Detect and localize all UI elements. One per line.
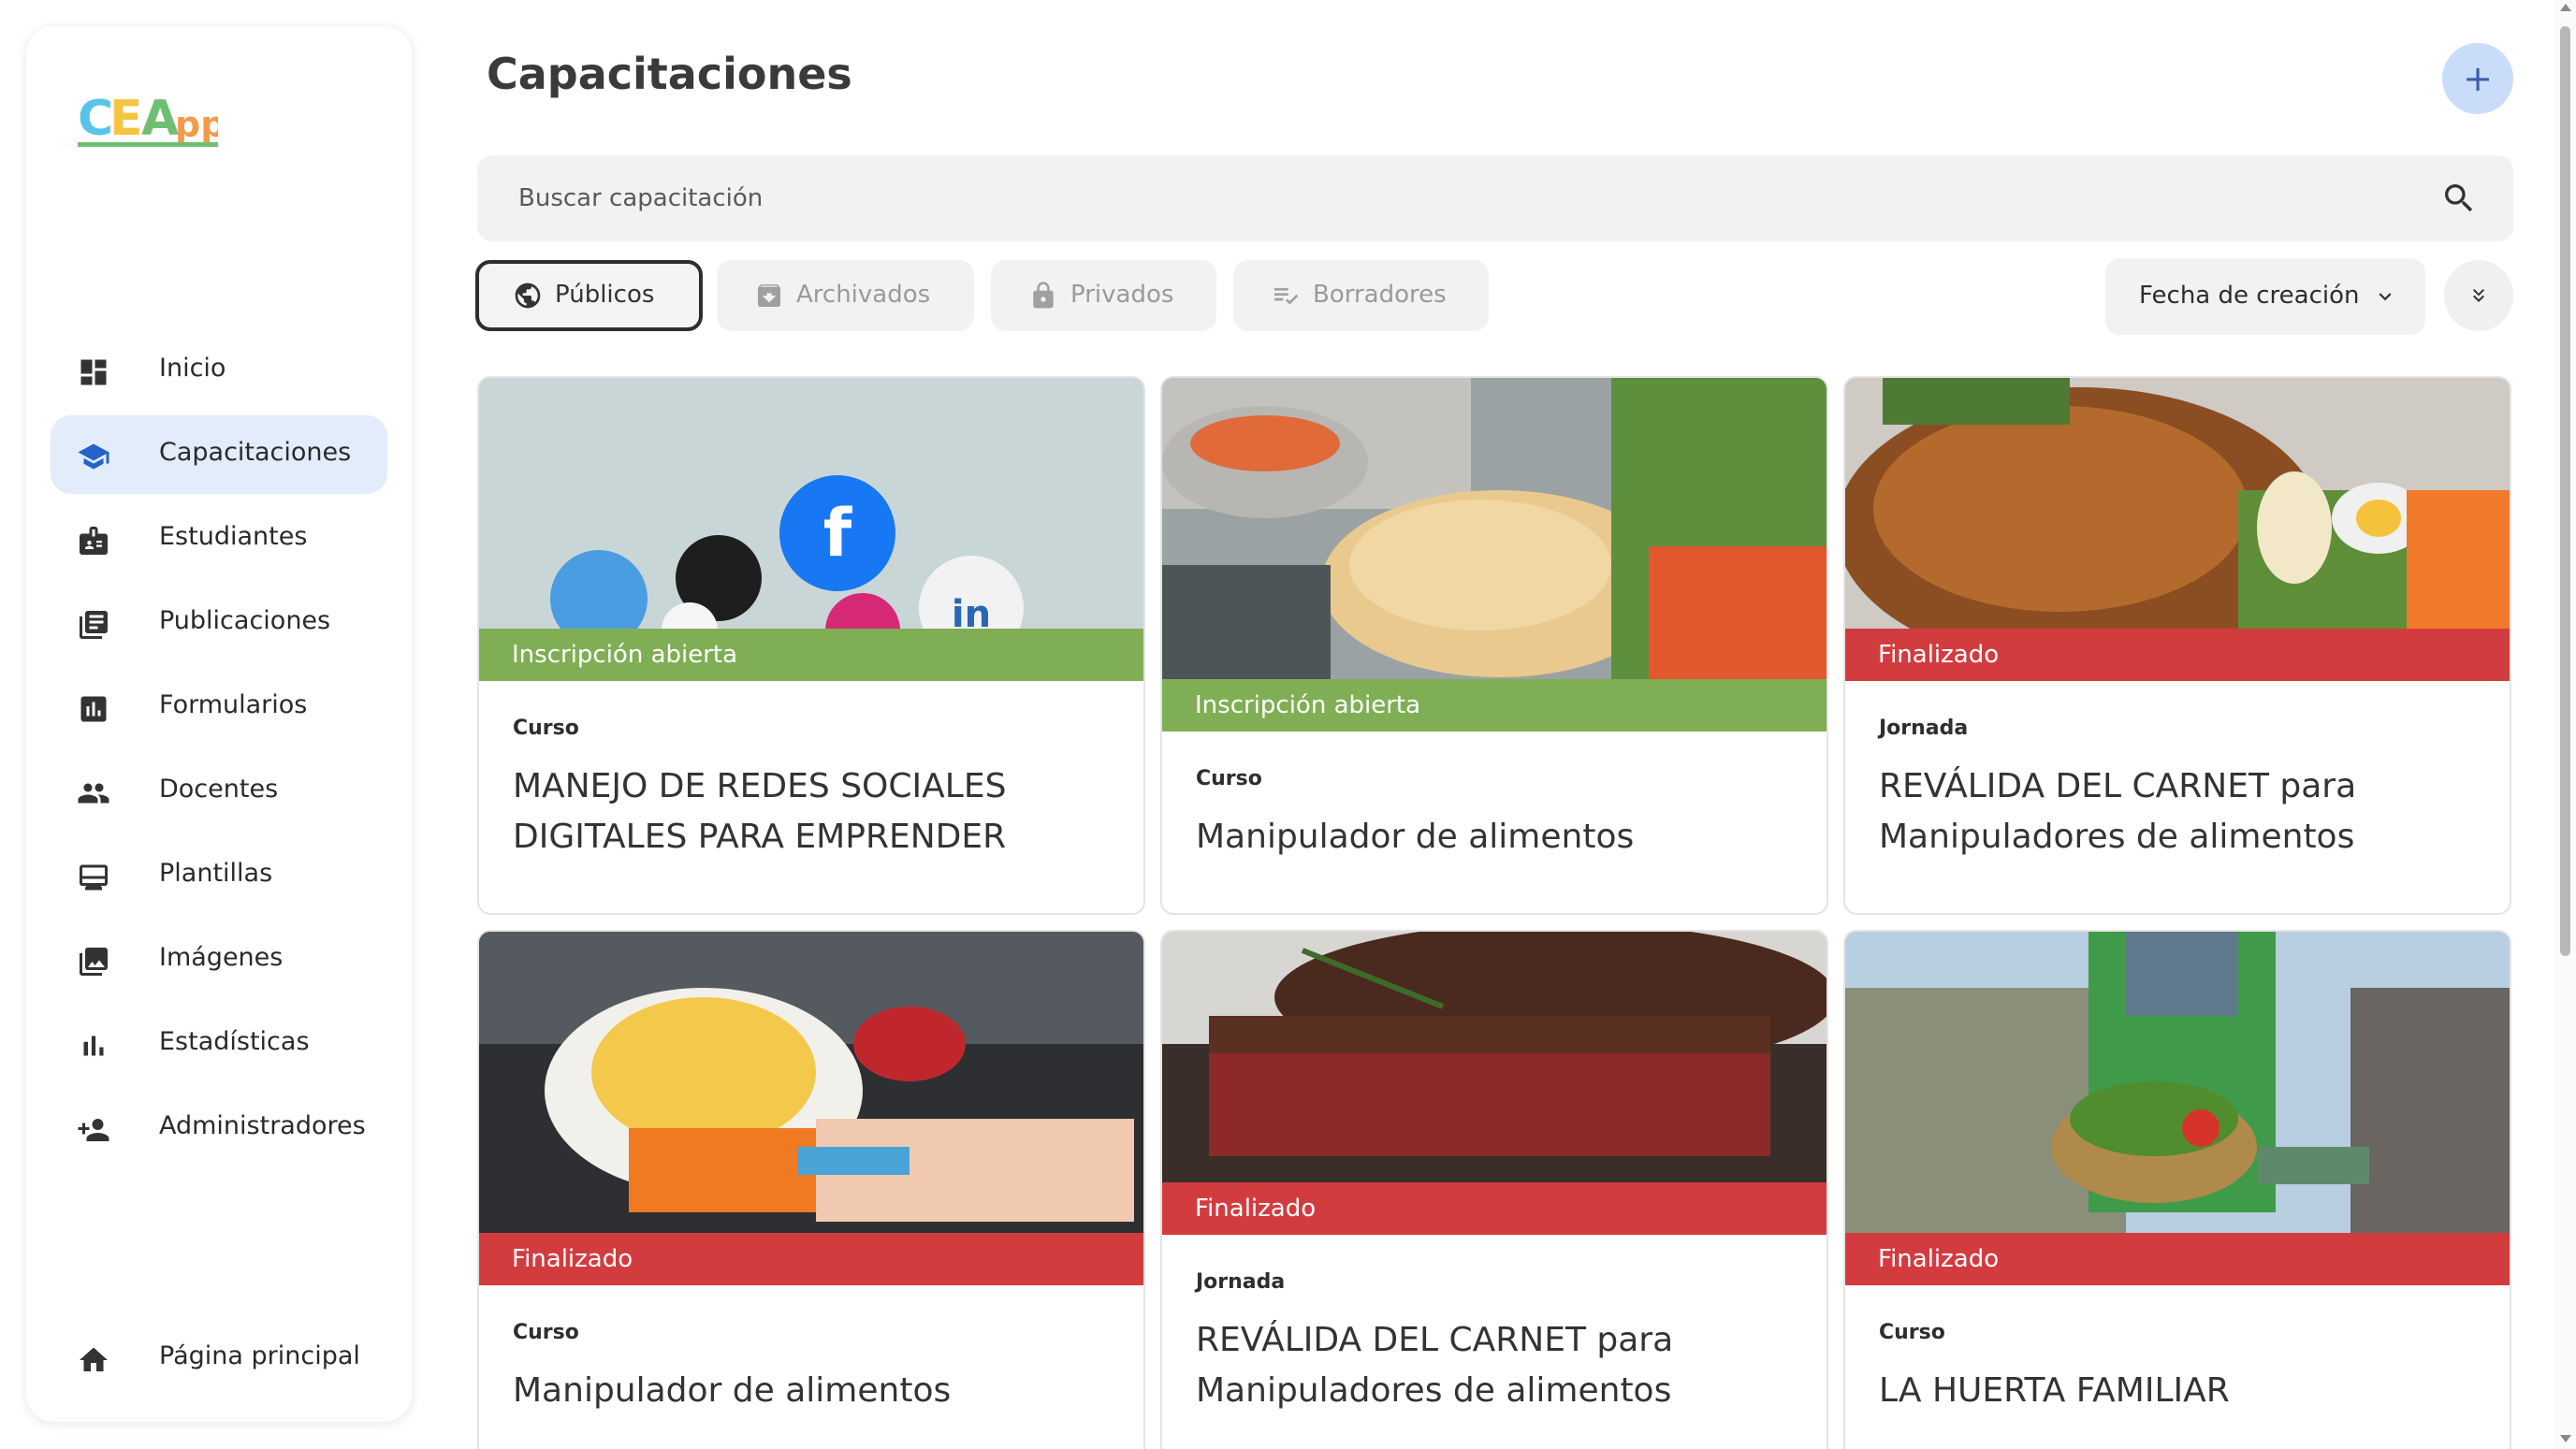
course-card[interactable]: Finalizado Curso LA HUERTA FAMILIAR: [1843, 930, 2511, 1449]
person-add-icon: [78, 1119, 109, 1141]
people-icon: [78, 783, 109, 804]
sidebar-item-label: Administradores: [159, 1111, 366, 1140]
status-badge: Finalizado: [479, 1233, 1143, 1285]
roast-chicken-photo: [1845, 378, 2510, 630]
scroll-down-arrow-icon[interactable]: [2560, 1435, 2571, 1442]
course-card[interactable]: Finalizado Curso Manipulador de alimento…: [477, 930, 1145, 1449]
course-card[interactable]: f in Inscripción abierta Curso MANEJO DE…: [477, 376, 1145, 915]
sidebar-item-label: Página principal: [159, 1341, 360, 1370]
sidebar-item-publicaciones[interactable]: Publicaciones: [51, 584, 387, 662]
sidebar-item-formularios[interactable]: Formularios: [51, 668, 387, 746]
sidebar-item-label: Formularios: [159, 690, 308, 719]
search-icon[interactable]: [2440, 180, 2478, 217]
filter-label: Públicos: [555, 281, 655, 309]
expand-filters-button[interactable]: [2444, 260, 2513, 331]
template-icon: [80, 864, 108, 891]
sidebar: C E A pp Inicio Capacitaciones Estudiant…: [26, 26, 412, 1422]
search-input[interactable]: [518, 174, 2296, 223]
sidebar-item-capacitaciones[interactable]: Capacitaciones: [51, 415, 387, 494]
double-chevron-down-icon: [2473, 289, 2484, 302]
svg-text:E: E: [109, 91, 143, 147]
sidebar-item-label: Plantillas: [159, 859, 273, 888]
archive-icon: [758, 284, 780, 307]
card-type: Jornada: [1879, 717, 1969, 740]
card-type: Curso: [1879, 1321, 1945, 1344]
globe-icon: [515, 283, 541, 309]
school-icon: [78, 443, 109, 470]
status-badge: Inscripción abierta: [1162, 679, 1826, 732]
chicken-washing-photo: [1162, 378, 1826, 681]
status-badge: Finalizado: [1162, 1182, 1826, 1235]
status-badge: Inscripción abierta: [479, 629, 1143, 681]
add-capacitacion-button[interactable]: +: [2442, 43, 2513, 114]
sidebar-item-plantillas[interactable]: Plantillas: [51, 836, 387, 915]
poll-icon: [80, 696, 107, 722]
sidebar-item-label: Estadísticas: [159, 1027, 310, 1056]
lock-icon: [1033, 282, 1054, 309]
svg-text:in: in: [952, 593, 991, 630]
sidebar-item-inicio[interactable]: Inicio: [51, 331, 387, 410]
sidebar-item-label: Capacitaciones: [159, 438, 352, 467]
draft-icon: [1274, 288, 1299, 305]
sidebar-item-docentes[interactable]: Docentes: [51, 752, 387, 831]
fruit-peeling-photo: [479, 932, 1143, 1235]
sidebar-item-label: Estudiantes: [159, 522, 308, 551]
svg-text:pp: pp: [175, 104, 218, 145]
scroll-up-arrow-icon[interactable]: [2560, 4, 2571, 11]
sidebar-item-estudiantes[interactable]: Estudiantes: [51, 500, 387, 578]
image-icon: [80, 948, 108, 976]
filter-label: Archivados: [796, 281, 931, 309]
scrollbar-thumb[interactable]: [2560, 26, 2570, 956]
course-card[interactable]: Finalizado Jornada REVÁLIDA DEL CARNET p…: [1160, 930, 1828, 1449]
sidebar-item-label: Inicio: [159, 354, 226, 383]
bar-chart-icon: [83, 1036, 104, 1056]
sidebar-item-estadisticas[interactable]: Estadísticas: [51, 1005, 387, 1083]
svg-text:f: f: [823, 495, 853, 572]
sidebar-item-pagina-principal[interactable]: Página principal: [51, 1319, 387, 1398]
status-badge: Finalizado: [1845, 629, 2510, 681]
status-badge: Finalizado: [1845, 1233, 2510, 1285]
card-title: MANEJO DE REDES SOCIALES DIGITALES PARA …: [513, 767, 1007, 856]
svg-text:A: A: [141, 91, 179, 147]
filter-privados[interactable]: Privados: [991, 260, 1216, 331]
card-title: LA HUERTA FAMILIAR: [1879, 1371, 2230, 1410]
dashboard-icon: [80, 359, 107, 385]
card-title: REVÁLIDA DEL CARNET para Manipuladores d…: [1196, 1321, 1674, 1410]
vegetable-basket-photo: [1845, 932, 2510, 1235]
filter-archivados[interactable]: Archivados: [717, 260, 974, 331]
filter-borradores[interactable]: Borradores: [1233, 260, 1489, 331]
sidebar-item-label: Publicaciones: [159, 606, 331, 635]
card-title: Manipulador de alimentos: [1196, 818, 1635, 856]
card-type: Curso: [1196, 767, 1262, 790]
filter-label: Privados: [1070, 281, 1174, 309]
card-type: Jornada: [1196, 1270, 1286, 1294]
sidebar-item-label: Docentes: [159, 775, 279, 804]
svg-text:C: C: [78, 91, 113, 147]
plus-icon: +: [2463, 58, 2493, 99]
course-card[interactable]: Inscripción abierta Curso Manipulador de…: [1160, 376, 1828, 915]
card-type: Curso: [513, 1321, 579, 1344]
sidebar-item-administradores[interactable]: Administradores: [51, 1089, 387, 1167]
sidebar-item-imagenes[interactable]: Imágenes: [51, 920, 387, 999]
card-title: REVÁLIDA DEL CARNET para Manipuladores d…: [1879, 767, 2357, 856]
article-icon: [80, 611, 108, 639]
ceapp-logo[interactable]: C E A pp: [78, 79, 218, 153]
filter-label: Borradores: [1313, 281, 1447, 309]
course-card[interactable]: Finalizado Jornada REVÁLIDA DEL CARNET p…: [1843, 376, 2511, 915]
page-title: Capacitaciones: [487, 49, 852, 99]
sort-dropdown[interactable]: Fecha de creación: [2105, 258, 2425, 335]
social-media-photo: f in: [479, 378, 1143, 630]
badge-icon: [80, 527, 108, 555]
card-title: Manipulador de alimentos: [513, 1371, 952, 1410]
card-type: Curso: [513, 717, 579, 740]
steak-photo: [1162, 932, 1826, 1184]
search-bar: [477, 155, 2513, 241]
chevron-down-icon: [2379, 293, 2392, 301]
sidebar-item-label: Imágenes: [159, 943, 284, 972]
home-icon: [80, 1347, 108, 1371]
sort-label: Fecha de creación: [2139, 282, 2360, 310]
filter-publicos[interactable]: Públicos: [475, 260, 703, 331]
